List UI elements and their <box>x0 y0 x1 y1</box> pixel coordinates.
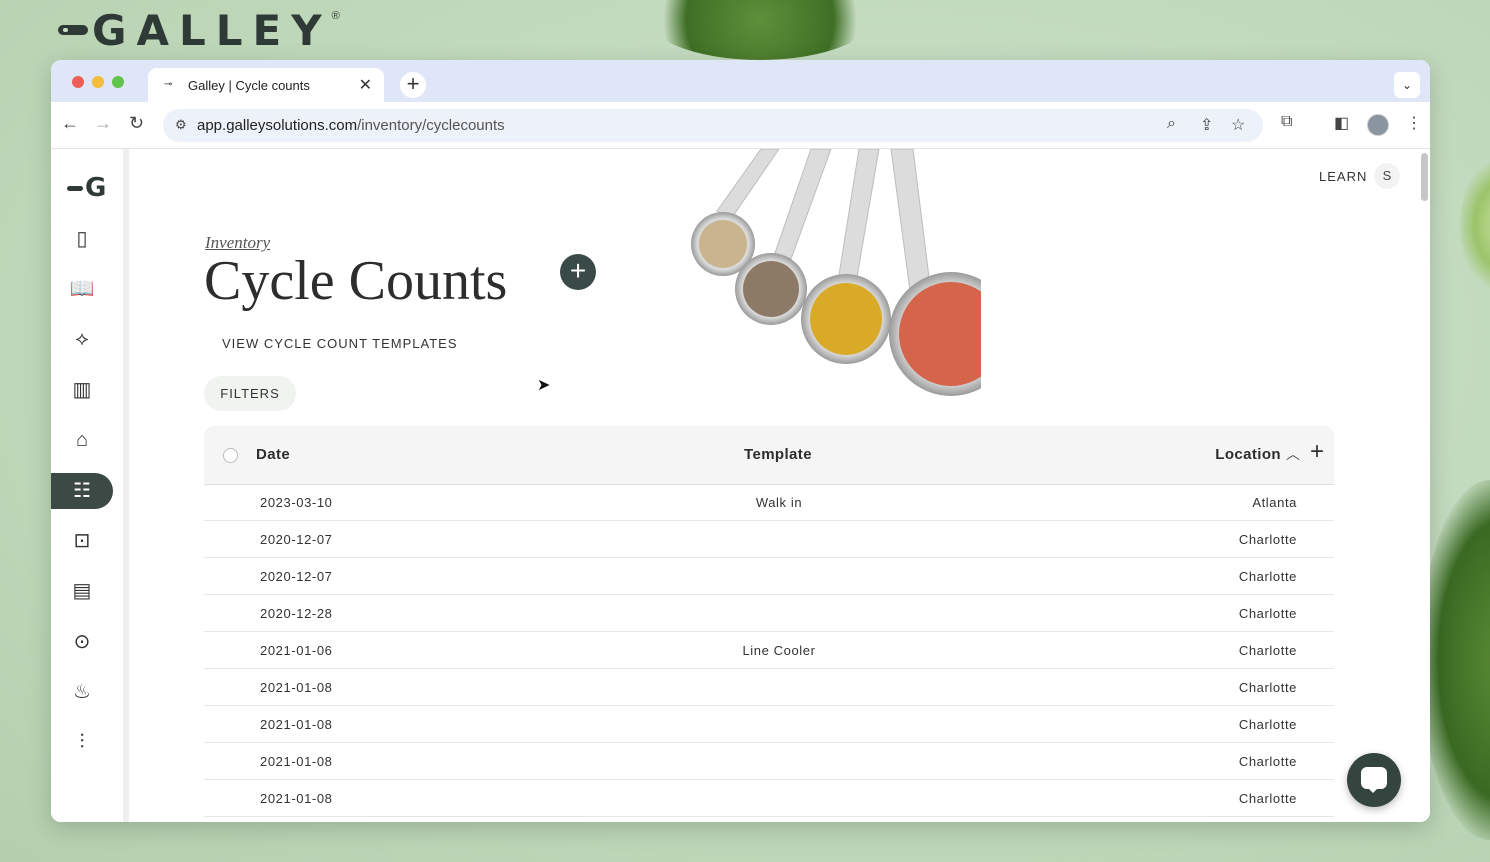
browser-tab[interactable]: ⊸ Galley | Cycle counts ✕ <box>148 68 384 102</box>
sliders-icon[interactable]: ⫶ <box>51 724 113 760</box>
table-header: Date Template Location ︿ + <box>204 426 1334 485</box>
reload-icon[interactable]: ↻ <box>129 113 144 134</box>
cell-location: Charlotte <box>1238 606 1297 621</box>
cell-location: Charlotte <box>1238 569 1297 584</box>
cell-date: 2020-12-28 <box>260 606 333 621</box>
add-column-icon[interactable]: + <box>1310 438 1324 466</box>
forward-arrow-icon[interactable]: → <box>94 113 112 134</box>
table-row[interactable]: 2020-12-28 Charlotte <box>204 595 1334 632</box>
table-row[interactable]: 2023-03-10 Walk in Atlanta <box>204 484 1334 521</box>
maximize-window-button[interactable] <box>112 76 124 88</box>
browser-toolbar: ← → ↻ ⚙ app.galleysolutions.com/inventor… <box>51 102 1430 149</box>
close-window-button[interactable] <box>72 76 84 88</box>
add-cycle-count-button[interactable]: + <box>560 254 596 290</box>
browser-window: ⊸ Galley | Cycle counts ✕ + ⌄ ← → ↻ ⚙ ap… <box>51 60 1430 822</box>
galley-logo: GALLEY ® <box>58 5 340 55</box>
cell-date: 2021-01-08 <box>260 680 333 695</box>
more-menu-icon[interactable]: ⋮ <box>1406 113 1422 133</box>
checklist-icon[interactable]: ☷ <box>51 473 113 509</box>
column-template[interactable]: Template <box>744 446 812 463</box>
mouse-cursor-icon: ➤ <box>537 377 551 394</box>
zoom-icon[interactable]: ⌕ <box>1167 115 1176 133</box>
clipboard-icon[interactable]: ▯ <box>51 221 113 257</box>
table-row[interactable]: 2021-01-06 Line Cooler Charlotte <box>204 632 1334 669</box>
containers-icon[interactable]: ▥ <box>51 372 113 408</box>
cell-location: Atlanta <box>1252 495 1297 510</box>
cell-template: Line Cooler <box>742 643 816 658</box>
site-settings-icon[interactable]: ⚙ <box>175 117 187 133</box>
profile-avatar[interactable] <box>1367 114 1389 136</box>
measuring-spoons-image <box>691 149 981 396</box>
column-date[interactable]: Date <box>256 446 290 463</box>
cell-location: Charlotte <box>1238 791 1297 806</box>
table-row[interactable]: 2020-12-07 Charlotte <box>204 558 1334 595</box>
kale-decoration <box>640 0 880 60</box>
sidebar-logo[interactable]: G <box>67 173 106 203</box>
sort-ascending-icon[interactable]: ︿ <box>1286 444 1300 464</box>
back-arrow-icon[interactable]: ← <box>61 113 79 134</box>
cell-date: 2020-12-07 <box>260 569 333 584</box>
cart-icon[interactable]: ⊡ <box>51 523 113 559</box>
book-icon[interactable]: 📖 <box>51 271 113 307</box>
select-all-checkbox[interactable] <box>223 448 238 463</box>
learn-link[interactable]: LEARN <box>1319 169 1367 184</box>
filters-button[interactable]: FILTERS <box>204 376 296 411</box>
tab-title: Galley | Cycle counts <box>188 78 310 93</box>
kale-decoration <box>1420 480 1490 840</box>
cell-date: 2021-01-08 <box>260 791 333 806</box>
cell-date: 2021-01-08 <box>260 717 333 732</box>
tab-search-chevron-icon[interactable]: ⌄ <box>1394 72 1420 98</box>
chat-button[interactable] <box>1347 753 1401 807</box>
cycle-counts-table: Date Template Location ︿ + 2023-03-10 Wal… <box>204 426 1334 822</box>
bookmark-star-icon[interactable]: ☆ <box>1231 115 1245 135</box>
table-row[interactable]: 2021-01-08 Charlotte <box>204 706 1334 743</box>
table-row[interactable]: 2021-01-08 Charlotte <box>204 780 1334 817</box>
side-panel-icon[interactable]: ◧ <box>1334 113 1349 133</box>
cell-template: Walk in <box>755 495 803 510</box>
cell-date: 2020-12-07 <box>260 532 333 547</box>
document-icon[interactable]: ▤ <box>51 573 113 609</box>
new-tab-button[interactable]: + <box>400 72 426 98</box>
table-row[interactable]: 2021-01-08 Charlotte <box>204 743 1334 780</box>
app-content: G ▯ 📖 ⟡ ▥ ⌂ ☷ ⊡ ▤ ⊙ ♨ ⫶ LEARN S Inventor… <box>51 149 1430 822</box>
table-row[interactable]: 2021-01-08 Charlotte <box>204 669 1334 706</box>
cell-location: Charlotte <box>1238 532 1297 547</box>
chat-icon <box>1361 767 1387 793</box>
cell-location: Charlotte <box>1238 754 1297 769</box>
page-title: Cycle Counts <box>204 250 508 312</box>
user-avatar[interactable]: S <box>1374 163 1400 189</box>
page-scrollbar[interactable] <box>1421 153 1428 201</box>
extensions-icon[interactable]: ⧉ <box>1281 113 1292 131</box>
cell-location: Charlotte <box>1238 717 1297 732</box>
location-icon[interactable]: ⊙ <box>51 624 113 660</box>
favicon-icon: ⊸ <box>164 79 173 90</box>
minimize-window-button[interactable] <box>92 76 104 88</box>
tag-icon[interactable]: ⌂ <box>51 422 113 458</box>
cell-date: 2021-01-08 <box>260 754 333 769</box>
table-row[interactable]: 2020-12-07 Charlotte <box>204 521 1334 558</box>
sidebar: G ▯ 📖 ⟡ ▥ ⌂ ☷ ⊡ ▤ ⊙ ♨ ⫶ <box>51 149 129 822</box>
cell-location: Charlotte <box>1238 680 1297 695</box>
address-bar[interactable]: ⚙ app.galleysolutions.com/inventory/cycl… <box>163 109 1263 142</box>
share-icon[interactable]: ⇪ <box>1200 115 1213 135</box>
url-text: app.galleysolutions.com/inventory/cyclec… <box>197 117 505 134</box>
column-location[interactable]: Location <box>1215 446 1281 463</box>
cucumber-decoration <box>1460 160 1490 290</box>
brand-name: GALLEY <box>92 5 332 55</box>
view-templates-link[interactable]: VIEW CYCLE COUNT TEMPLATES <box>222 336 458 351</box>
tab-close-icon[interactable]: ✕ <box>359 75 372 95</box>
dining-icon[interactable]: ♨ <box>51 674 113 710</box>
key-icon <box>67 185 83 191</box>
registered-mark: ® <box>331 10 340 22</box>
tab-bar: ⊸ Galley | Cycle counts ✕ + ⌄ <box>51 60 1430 102</box>
vegetable-icon[interactable]: ⟡ <box>51 321 113 357</box>
key-icon <box>58 25 88 35</box>
cell-location: Charlotte <box>1238 643 1297 658</box>
